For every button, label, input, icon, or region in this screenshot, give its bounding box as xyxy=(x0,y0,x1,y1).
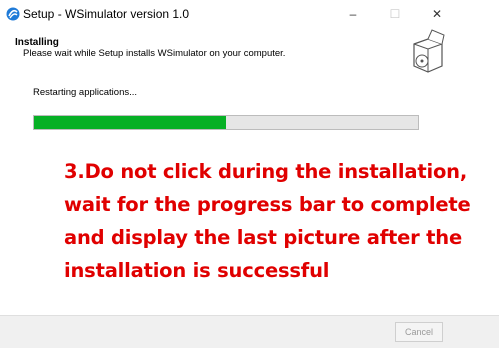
instruction-text: 3.Do not click during the installation, … xyxy=(64,155,496,287)
maximize-button[interactable]: ☐ xyxy=(377,3,413,25)
instruction-line: 3.Do not click during the installation, xyxy=(64,160,468,183)
cancel-button[interactable]: Cancel xyxy=(395,322,443,342)
close-button[interactable]: ✕ xyxy=(419,3,455,25)
minimize-button[interactable]: – xyxy=(335,3,371,25)
install-box-icon xyxy=(413,29,445,73)
title-bar: Setup - WSimulator version 1.0 – ☐ ✕ xyxy=(0,0,499,28)
setup-app-icon xyxy=(6,7,20,21)
page-subtitle: Please wait while Setup installs WSimula… xyxy=(23,48,286,59)
progress-bar xyxy=(33,115,419,130)
window-title: Setup - WSimulator version 1.0 xyxy=(23,7,190,21)
progress-fill xyxy=(34,116,226,129)
maximize-icon: ☐ xyxy=(389,7,401,21)
close-icon: ✕ xyxy=(431,7,443,21)
page-title: Installing xyxy=(15,37,59,48)
status-text: Restarting applications... xyxy=(33,87,138,98)
minimize-icon: – xyxy=(349,7,357,21)
instruction-line: wait for the progress bar to complete xyxy=(64,193,471,216)
instruction-line: and display the last picture after the xyxy=(64,226,462,249)
instruction-line: installation is successful xyxy=(64,259,330,282)
